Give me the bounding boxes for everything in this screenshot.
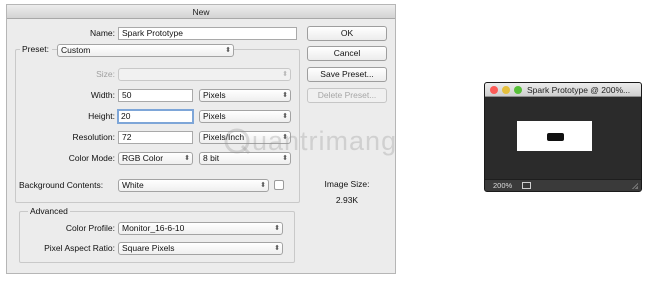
document-statusbar: 200% (485, 179, 641, 191)
cancel-button[interactable]: Cancel (307, 46, 387, 61)
advanced-title: Advanced (28, 206, 70, 217)
minimize-window-icon[interactable] (502, 86, 510, 94)
chevron-updown-icon: ⬍ (282, 113, 288, 120)
color-profile-label: Color Profile: (65, 223, 115, 233)
width-label: Width: (90, 90, 115, 100)
chevron-updown-icon: ⬍ (282, 71, 288, 78)
export-icon[interactable] (522, 182, 531, 189)
color-mode-select[interactable]: RGB Color ⬍ (118, 152, 193, 165)
advanced-group (19, 211, 295, 263)
height-unit-select[interactable]: Pixels ⬍ (199, 110, 291, 123)
close-window-icon[interactable] (490, 86, 498, 94)
resize-grip-icon[interactable] (631, 182, 638, 189)
image-size-label: Image Size: (324, 179, 370, 189)
chevron-updown-icon: ⬍ (184, 155, 190, 162)
preset-select[interactable]: Custom ⬍ (57, 44, 234, 57)
save-preset-button[interactable]: Save Preset... (307, 67, 387, 82)
color-profile-select[interactable]: Monitor_16-6-10 ⬍ (118, 222, 283, 235)
watermark-logo-icon (224, 128, 251, 155)
color-profile-value: Monitor_16-6-10 (122, 223, 185, 233)
canvas-mark (547, 133, 564, 141)
width-unit-value: Pixels (203, 90, 226, 100)
zoom-window-icon[interactable] (514, 86, 522, 94)
resolution-label: Resolution: (72, 132, 115, 142)
height-input[interactable]: 20 (117, 109, 194, 124)
document-canvas[interactable] (517, 121, 592, 151)
dialog-title: New (7, 5, 395, 19)
watermark-text: uantrimang (252, 126, 398, 156)
watermark: uantrimang (222, 126, 397, 157)
document-title: Spark Prototype @ 200%... (527, 85, 631, 95)
preset-label: Preset: (20, 43, 52, 56)
pixel-aspect-ratio-select[interactable]: Square Pixels ⬍ (118, 242, 283, 255)
size-label: Size: (96, 69, 115, 79)
name-input[interactable]: Spark Prototype (118, 27, 297, 40)
background-contents-select[interactable]: White ⬍ (118, 179, 269, 192)
width-input[interactable]: 50 (118, 89, 193, 102)
name-label: Name: (89, 28, 115, 38)
height-unit-value: Pixels (203, 111, 226, 121)
color-mode-label: Color Mode: (68, 153, 115, 163)
width-unit-select[interactable]: Pixels ⬍ (199, 89, 291, 102)
chevron-updown-icon: ⬍ (260, 182, 266, 189)
resolution-input[interactable]: 72 (118, 131, 193, 144)
chevron-updown-icon: ⬍ (282, 92, 288, 99)
zoom-level[interactable]: 200% (493, 180, 512, 191)
pixel-aspect-ratio-label: Pixel Aspect Ratio: (44, 243, 115, 253)
chevron-updown-icon: ⬍ (225, 47, 231, 54)
document-titlebar: Spark Prototype @ 200%... (485, 83, 641, 97)
background-contents-value: White (122, 180, 144, 190)
image-size-value: 2.93K (335, 195, 359, 205)
delete-preset-button[interactable]: Delete Preset... (307, 88, 387, 103)
bit-depth-value: 8 bit (203, 153, 220, 163)
color-mode-value: RGB Color (122, 153, 164, 163)
document-preview-window: Spark Prototype @ 200%... 200% (484, 82, 642, 192)
preset-value: Custom (61, 45, 91, 55)
pixel-aspect-ratio-value: Square Pixels (122, 243, 175, 253)
size-select[interactable]: ⬍ (118, 68, 291, 81)
height-label: Height: (88, 111, 115, 121)
ok-button[interactable]: OK (307, 26, 387, 41)
background-color-swatch[interactable] (274, 180, 284, 190)
background-contents-label: Background Contents: (19, 180, 104, 190)
chevron-updown-icon: ⬍ (274, 225, 280, 232)
chevron-updown-icon: ⬍ (274, 245, 280, 252)
